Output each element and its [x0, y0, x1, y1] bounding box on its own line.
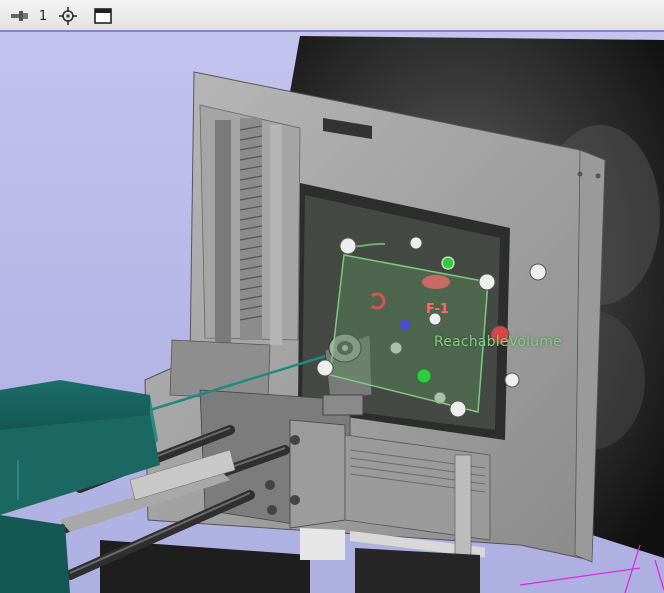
roi-handle [339, 237, 357, 255]
3d-view[interactable]: F-1 ReachableVolume [0, 32, 664, 593]
pin-button[interactable] [10, 6, 30, 26]
roi-handle [478, 273, 496, 291]
robot-frame [55, 71, 606, 593]
roi-handle [449, 400, 467, 418]
rotation-handle [400, 320, 410, 330]
crosshair-button[interactable] [58, 6, 78, 26]
roi-handle [316, 359, 334, 377]
pin-icon [11, 11, 28, 21]
center-handle [416, 368, 432, 384]
view-controller-bar: 1 [0, 0, 664, 32]
crosshair-icon [59, 7, 77, 25]
reachable-volume-label: ReachableVolume [434, 334, 562, 350]
maximize-view-button[interactable] [93, 6, 113, 26]
fiducial-label: F-1 [426, 302, 449, 317]
view-link-number: 1 [38, 8, 48, 24]
maximize-view-icon [94, 8, 112, 24]
fiducial-marker [441, 256, 455, 270]
3d-scene [0, 36, 664, 593]
